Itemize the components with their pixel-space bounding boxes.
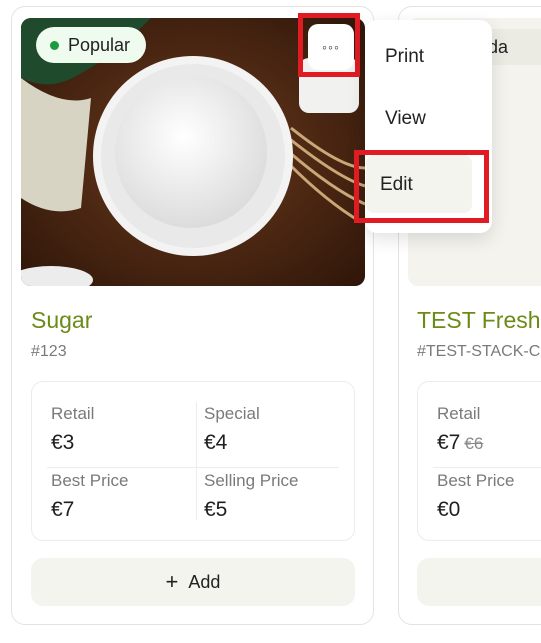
price-label: Special [204, 404, 260, 423]
price-value: €4 [204, 431, 228, 454]
price-label: Best Price [437, 471, 515, 490]
price-retail: Retail €3 [51, 404, 201, 455]
menu-item-print[interactable]: Print [385, 46, 424, 68]
price-value: €7 [51, 498, 75, 521]
price-label: Retail [51, 404, 95, 423]
menu-item-view[interactable]: View [385, 108, 426, 130]
divider [433, 467, 541, 468]
ellipsis-icon: ◦◦◦ [322, 39, 340, 55]
product-sku: #123 [31, 343, 67, 360]
divider [47, 467, 339, 468]
price-label: Selling Price [204, 471, 299, 490]
price-grid: Retail €7 €6 Best Price €0 [417, 381, 541, 541]
plus-icon: + [165, 569, 179, 594]
price-value: €7 €6 [437, 431, 541, 455]
product-title[interactable]: Sugar [31, 307, 92, 334]
add-button[interactable] [417, 558, 541, 606]
price-label: Retail [437, 404, 481, 423]
price-best: Best Price €7 [51, 471, 201, 522]
popular-badge: Popular [36, 27, 147, 63]
price-old: €6 [464, 434, 484, 453]
price-value: €0 [437, 498, 461, 521]
add-button[interactable]: + Add [31, 558, 355, 606]
price-value: €5 [204, 498, 228, 521]
price-current: €7 [437, 431, 461, 454]
price-grid: Retail €3 Special €4 Best Price €7 Selli… [31, 381, 355, 541]
menu-item-edit[interactable]: Edit [366, 155, 472, 213]
price-best: Best Price €0 [437, 471, 541, 522]
product-sku: #TEST-STACK-C [417, 343, 541, 360]
price-label: Best Price [51, 471, 129, 490]
badge-label: Popular [68, 34, 131, 55]
product-card-sugar: Popular Sugar #123 Retail €3 Special €4 … [11, 6, 374, 625]
more-options-highlight: ◦◦◦ [298, 13, 360, 77]
product-title[interactable]: TEST Fresh [417, 307, 541, 334]
price-special: Special €4 [204, 404, 354, 455]
price-selling: Selling Price €5 [204, 471, 354, 522]
more-options-button[interactable]: ◦◦◦ [308, 24, 354, 70]
options-menu: Print View Edit [354, 20, 492, 233]
price-value: €3 [51, 431, 75, 454]
status-dot-icon [50, 40, 59, 50]
menu-item-label: Edit [380, 174, 413, 195]
price-retail: Retail €7 €6 [437, 404, 541, 455]
add-label: Add [188, 571, 221, 592]
edit-highlight: Edit [354, 150, 489, 223]
